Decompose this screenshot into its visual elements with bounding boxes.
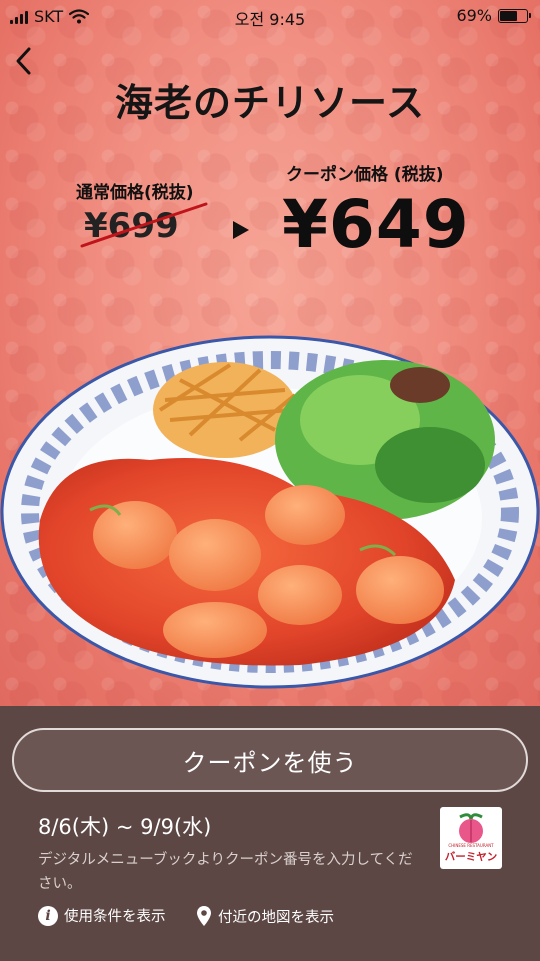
status-right: 69%	[456, 6, 531, 25]
info-icon: i	[38, 905, 58, 926]
logo-text: バーミヤン	[444, 851, 498, 863]
dish-photo	[0, 335, 540, 689]
use-coupon-button[interactable]: クーポンを使う	[12, 728, 528, 792]
map-pin-icon	[197, 906, 211, 926]
coupon-price-label: クーポン価格 (税抜)	[286, 165, 444, 185]
brand-logo: CHINESE RESTAURANT バーミヤン	[440, 807, 502, 869]
valid-period: 8/6(木) ~ 9/9(水)	[38, 815, 212, 839]
battery-percent: 69%	[456, 6, 492, 25]
page-title: 海老のチリソース	[114, 81, 426, 125]
battery-icon	[498, 8, 531, 23]
coupon-price: ¥649	[282, 186, 470, 263]
strikethrough-line	[80, 202, 208, 248]
back-chevron-icon[interactable]	[10, 44, 40, 78]
terms-link[interactable]: i 使用条件を表示	[38, 905, 166, 926]
arrow-right-icon	[233, 221, 249, 239]
logo-subtext: CHINESE RESTAURANT	[448, 843, 494, 848]
status-bar: SKT 오전 9:45 69%	[0, 0, 540, 34]
peach-icon	[459, 813, 483, 843]
coupon-description: デジタルメニューブックよりクーポン番号を入力してください。	[38, 852, 413, 892]
map-link[interactable]: 付近の地図を表示	[196, 905, 334, 927]
terms-link-label: 使用条件を表示	[64, 909, 166, 925]
map-link-label: 付近の地図を表示	[218, 909, 334, 926]
